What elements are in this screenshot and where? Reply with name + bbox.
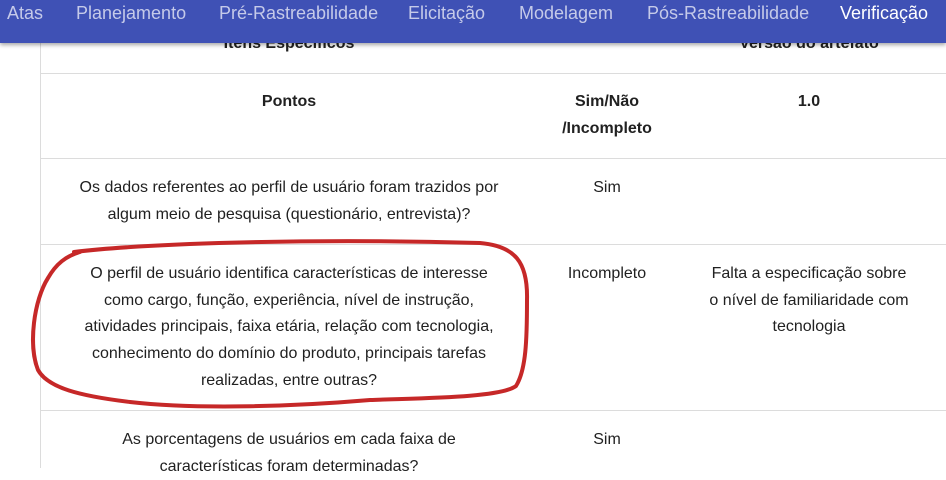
question-line: características foram determinadas? bbox=[159, 457, 419, 475]
verification-table: Itens Específicos Versão do artefato Pon… bbox=[40, 0, 946, 475]
nav-item-atas[interactable]: Atas bbox=[7, 3, 43, 23]
row-divider bbox=[41, 73, 946, 74]
nav-item-elicitacao[interactable]: Elicitação bbox=[408, 3, 485, 23]
top-navigation-bar: Atas Planejamento Pré-Rastreabilidade El… bbox=[0, 0, 946, 43]
question-line: As porcentagens de usuários em cada faix… bbox=[122, 431, 456, 448]
note-cell: Falta a especificação sobre o nível de f… bbox=[677, 261, 941, 341]
status-cell: Sim bbox=[593, 431, 621, 448]
question-cell: As porcentagens de usuários em cada faix… bbox=[41, 427, 537, 480]
status-cell: Sim bbox=[593, 179, 621, 196]
nav-item-planejamento[interactable]: Planejamento bbox=[76, 3, 186, 23]
question-line: realizadas, entre outras? bbox=[200, 371, 378, 389]
header-status: Sim/Não /Incompleto bbox=[537, 89, 677, 142]
question-cell: Os dados referentes ao perfil de usuário… bbox=[41, 175, 537, 228]
question-line: O perfil de usuário identifica caracterí… bbox=[90, 265, 488, 282]
question-line: como cargo, função, experiência, nível d… bbox=[104, 291, 474, 309]
header-pontos: Pontos bbox=[261, 93, 317, 110]
header-status-line2: /Incompleto bbox=[562, 119, 652, 137]
nav-item-modelagem[interactable]: Modelagem bbox=[519, 3, 613, 23]
note-line: o nível de familiaridade com bbox=[709, 291, 909, 309]
nav-item-verificacao[interactable]: Verificação bbox=[840, 3, 928, 23]
question-line: algum meio de pesquisa (questionário, en… bbox=[107, 205, 471, 223]
question-line: conhecimento do domínio do produto, prin… bbox=[91, 345, 486, 363]
nav-item-pre-rastreabilidade[interactable]: Pré-Rastreabilidade bbox=[219, 3, 378, 23]
note-line: Falta a especificação sobre bbox=[711, 265, 907, 282]
header-status-line1: Sim/Não bbox=[574, 93, 639, 110]
question-line: atividades principais, faixa etária, rel… bbox=[84, 318, 494, 336]
row-divider bbox=[41, 244, 946, 245]
row-divider bbox=[41, 158, 946, 159]
status-cell: Incompleto bbox=[567, 265, 647, 282]
nav-item-pos-rastreabilidade[interactable]: Pós-Rastreabilidade bbox=[647, 3, 809, 23]
question-cell: O perfil de usuário identifica caracterí… bbox=[41, 261, 537, 395]
header-version-number: 1.0 bbox=[797, 93, 821, 110]
row-divider bbox=[41, 410, 946, 411]
question-line: Os dados referentes ao perfil de usuário… bbox=[79, 179, 499, 196]
note-line: tecnologia bbox=[772, 318, 846, 336]
